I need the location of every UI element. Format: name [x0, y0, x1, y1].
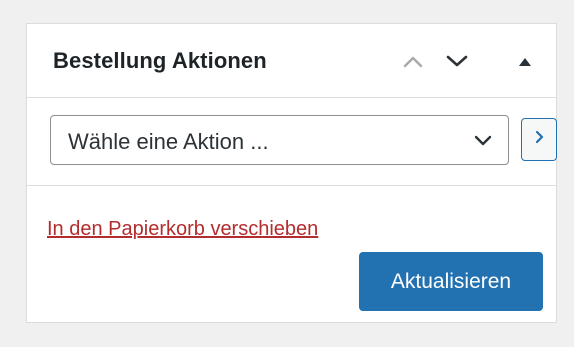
order-actions-panel: Bestellung Aktionen Wähle eine Aktion ..… — [26, 23, 557, 323]
chevron-right-icon — [534, 130, 544, 149]
action-row: Wähle eine Aktion ... — [27, 97, 557, 186]
toggle-panel-button[interactable] — [507, 42, 543, 80]
move-down-button[interactable] — [439, 42, 475, 80]
order-action-select[interactable]: Wähle eine Aktion ... — [50, 115, 509, 165]
triangle-up-icon — [519, 57, 531, 66]
move-to-trash-link[interactable]: In den Papierkorb verschieben — [47, 218, 318, 241]
select-value: Wähle eine Aktion ... — [68, 129, 269, 154]
chevron-up-icon — [403, 54, 423, 68]
update-button[interactable]: Aktualisieren — [359, 252, 543, 311]
move-up-button[interactable] — [395, 42, 431, 80]
chevron-down-icon — [446, 54, 468, 68]
apply-action-button[interactable] — [521, 118, 557, 161]
panel-header: Bestellung Aktionen — [27, 24, 556, 98]
panel-title: Bestellung Aktionen — [53, 48, 267, 73]
chevron-down-icon — [474, 133, 492, 152]
